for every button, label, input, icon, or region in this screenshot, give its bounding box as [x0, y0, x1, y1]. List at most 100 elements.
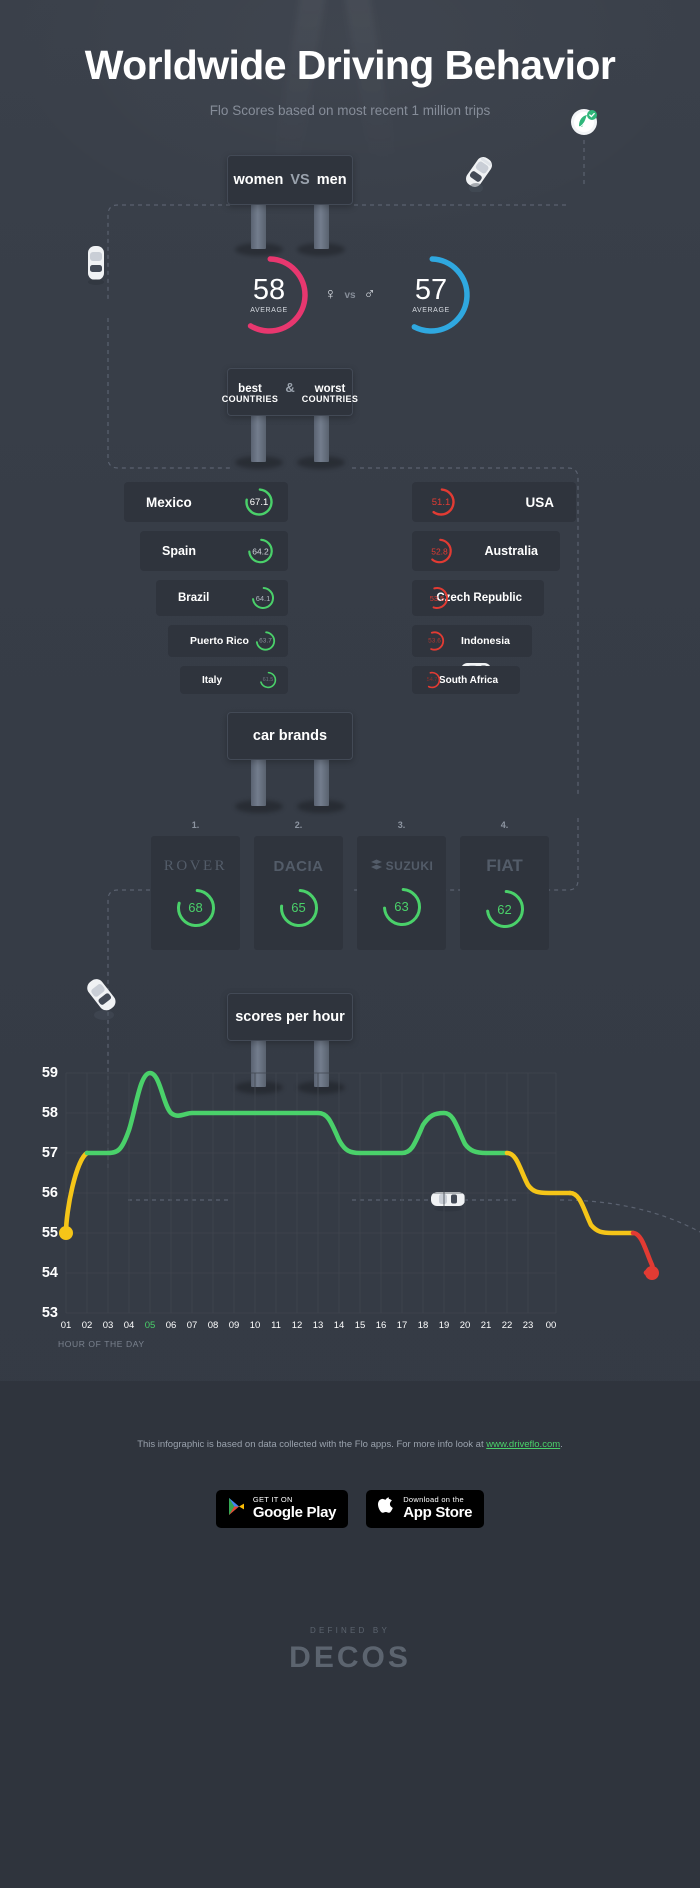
brand-card-2[interactable]: 2. DACIA 65 [254, 820, 343, 950]
chart-line-segment-yellow-tail [567, 1190, 636, 1236]
country-worst-donut: 52.8 [426, 538, 453, 565]
country-best-donut: 67.1 [244, 487, 274, 517]
driveflo-link[interactable]: www.driveflo.com [486, 1439, 560, 1450]
x-tick-05: 05 [144, 1320, 156, 1331]
x-tick-04: 04 [123, 1320, 135, 1331]
country-worst-value: 51.1 [431, 496, 451, 508]
country-worst-value: 52.8 [431, 546, 448, 556]
country-best-name: Brazil [178, 592, 210, 604]
x-tick-00: 00 [545, 1320, 557, 1331]
brand-logo-suzuki: SUZUKI [370, 859, 434, 874]
donut-women-value-group: 58 AVERAGE [227, 253, 311, 337]
donut-women-value: 58 [252, 274, 286, 306]
x-tick-18: 18 [417, 1320, 429, 1331]
country-worst-pill[interactable]: 52.8 Australia [412, 531, 560, 571]
google-play-big: Google Play [252, 1503, 337, 1521]
sign-countries: best COUNTRIES & worst COUNTRIES [222, 368, 358, 469]
brand-ranking: 1. ROVER 68 2. DACIA 65 3. SUZUKI 63 4. … [0, 820, 700, 950]
app-badges: GET IT ON Google Play Download on the Ap… [0, 1490, 700, 1528]
x-tick-06: 06 [165, 1320, 177, 1331]
donut-men: 57 AVERAGE [389, 253, 473, 337]
sign-hours: scores per hour [227, 993, 353, 1094]
donut-women: 58 AVERAGE [227, 253, 311, 337]
country-best-name: Spain [162, 544, 197, 558]
brand-card-1[interactable]: 1. ROVER 68 [151, 820, 240, 950]
google-play-badge[interactable]: GET IT ON Google Play [215, 1490, 349, 1528]
sign-label-best-line1: best [238, 382, 262, 395]
brand-logo-suzuki-text: SUZUKI [385, 859, 434, 873]
country-best-pill[interactable]: Puerto Rico 63.7 [168, 625, 288, 657]
sign-label-best: best COUNTRIES [222, 383, 279, 405]
country-best-donut: 63.7 [255, 631, 276, 652]
globe-icon [570, 108, 598, 136]
gender-comparison: 58 AVERAGE ♀ vs ♂ 57 AVERAGE [0, 253, 700, 337]
country-best-value: 67.1 [249, 496, 269, 508]
sign-label-brands: car brands [252, 728, 328, 744]
donut-men-caption: AVERAGE [412, 307, 450, 314]
brand-card-3[interactable]: 3. SUZUKI 63 [357, 820, 446, 950]
x-tick-15: 15 [354, 1320, 366, 1331]
brand-donut: 65 [278, 887, 320, 929]
decos-logo: DECOS [289, 1641, 411, 1674]
x-tick-07: 07 [186, 1320, 198, 1331]
country-worst-pill[interactable]: 53.5 Czech Republic [412, 580, 544, 616]
country-list: Mexico 67.1 51.1 USA Spain 64.2 52.8 Aus… [0, 482, 700, 703]
country-best-pill[interactable]: Italy 61.5 [180, 666, 288, 694]
country-best-donut: 61.5 [259, 671, 277, 689]
sign-label-hours: scores per hour [235, 1009, 345, 1025]
app-store-big: App Store [403, 1503, 473, 1521]
country-worst-pill[interactable]: 54.7 South Africa [412, 666, 520, 694]
brand-card-body: DACIA 65 [254, 836, 343, 950]
country-best-pill[interactable]: Mexico 67.1 [124, 482, 288, 522]
x-tick-17: 17 [396, 1320, 408, 1331]
country-worst-pill[interactable]: 51.1 USA [412, 482, 576, 522]
infographic-page: Worldwide Driving Behavior Flo Scores ba… [0, 0, 700, 1888]
apple-icon [378, 1496, 395, 1522]
sign-label-men: men [316, 172, 347, 188]
x-tick-13: 13 [312, 1320, 324, 1331]
country-worst-pill[interactable]: 53.6 Indonesia [412, 625, 532, 657]
x-tick-10: 10 [249, 1320, 261, 1331]
sign-label-women: women [233, 172, 284, 188]
x-tick-02: 02 [81, 1320, 93, 1331]
x-tick-12: 12 [291, 1320, 303, 1331]
x-tick-09: 09 [228, 1320, 240, 1331]
sign-label-countries: best COUNTRIES & worst COUNTRIES [222, 380, 359, 405]
chart-start-marker [59, 1226, 73, 1240]
brand-donut: 62 [484, 888, 526, 930]
country-best-name: Mexico [146, 494, 192, 510]
car-icon-top-right [462, 152, 496, 197]
brand-rank: 3. [397, 820, 406, 830]
country-best-pill[interactable]: Brazil 64.1 [156, 580, 288, 616]
male-symbol-icon: ♂ [363, 286, 376, 303]
sign-label-worst-line2: COUNTRIES [301, 393, 359, 404]
country-worst-donut: 53.5 [425, 586, 449, 610]
x-tick-21: 21 [480, 1320, 492, 1331]
chart-gridlines [65, 1072, 557, 1314]
country-worst-name: Czech Republic [436, 592, 522, 604]
brand-rank: 1. [191, 820, 200, 830]
sign-label-best-line2: COUNTRIES [221, 393, 279, 404]
sign-label-worst: worst COUNTRIES [302, 383, 359, 405]
country-worst-donut: 51.1 [426, 487, 456, 517]
country-worst-name: Australia [484, 544, 539, 558]
sign-brands: car brands [227, 712, 353, 813]
sign-panel-gender: women VS men [227, 155, 353, 205]
brand-score: 62 [497, 901, 512, 917]
brand-donut: 68 [175, 887, 217, 929]
country-best-name: Italy [202, 674, 223, 686]
country-best-pill[interactable]: Spain 64.2 [140, 531, 288, 571]
country-best-name: Puerto Rico [190, 635, 249, 647]
table-row: Spain 64.2 52.8 Australia [0, 531, 700, 571]
brand-card-4[interactable]: 4. FIAT 62 [460, 820, 549, 950]
brand-card-body: FIAT 62 [460, 836, 549, 950]
x-axis-title: HOUR OF THE DAY [58, 1339, 145, 1349]
female-symbol-icon: ♀ [324, 286, 337, 303]
brand-logo-dacia: DACIA [273, 857, 324, 875]
sign-label-vs: VS [290, 172, 310, 188]
brand-score: 65 [291, 900, 306, 915]
x-tick-11: 11 [271, 1320, 281, 1331]
sign-label-ampersand: & [285, 379, 295, 395]
app-store-badge[interactable]: Download on the App Store [366, 1490, 485, 1528]
brand-donut: 63 [381, 886, 423, 928]
